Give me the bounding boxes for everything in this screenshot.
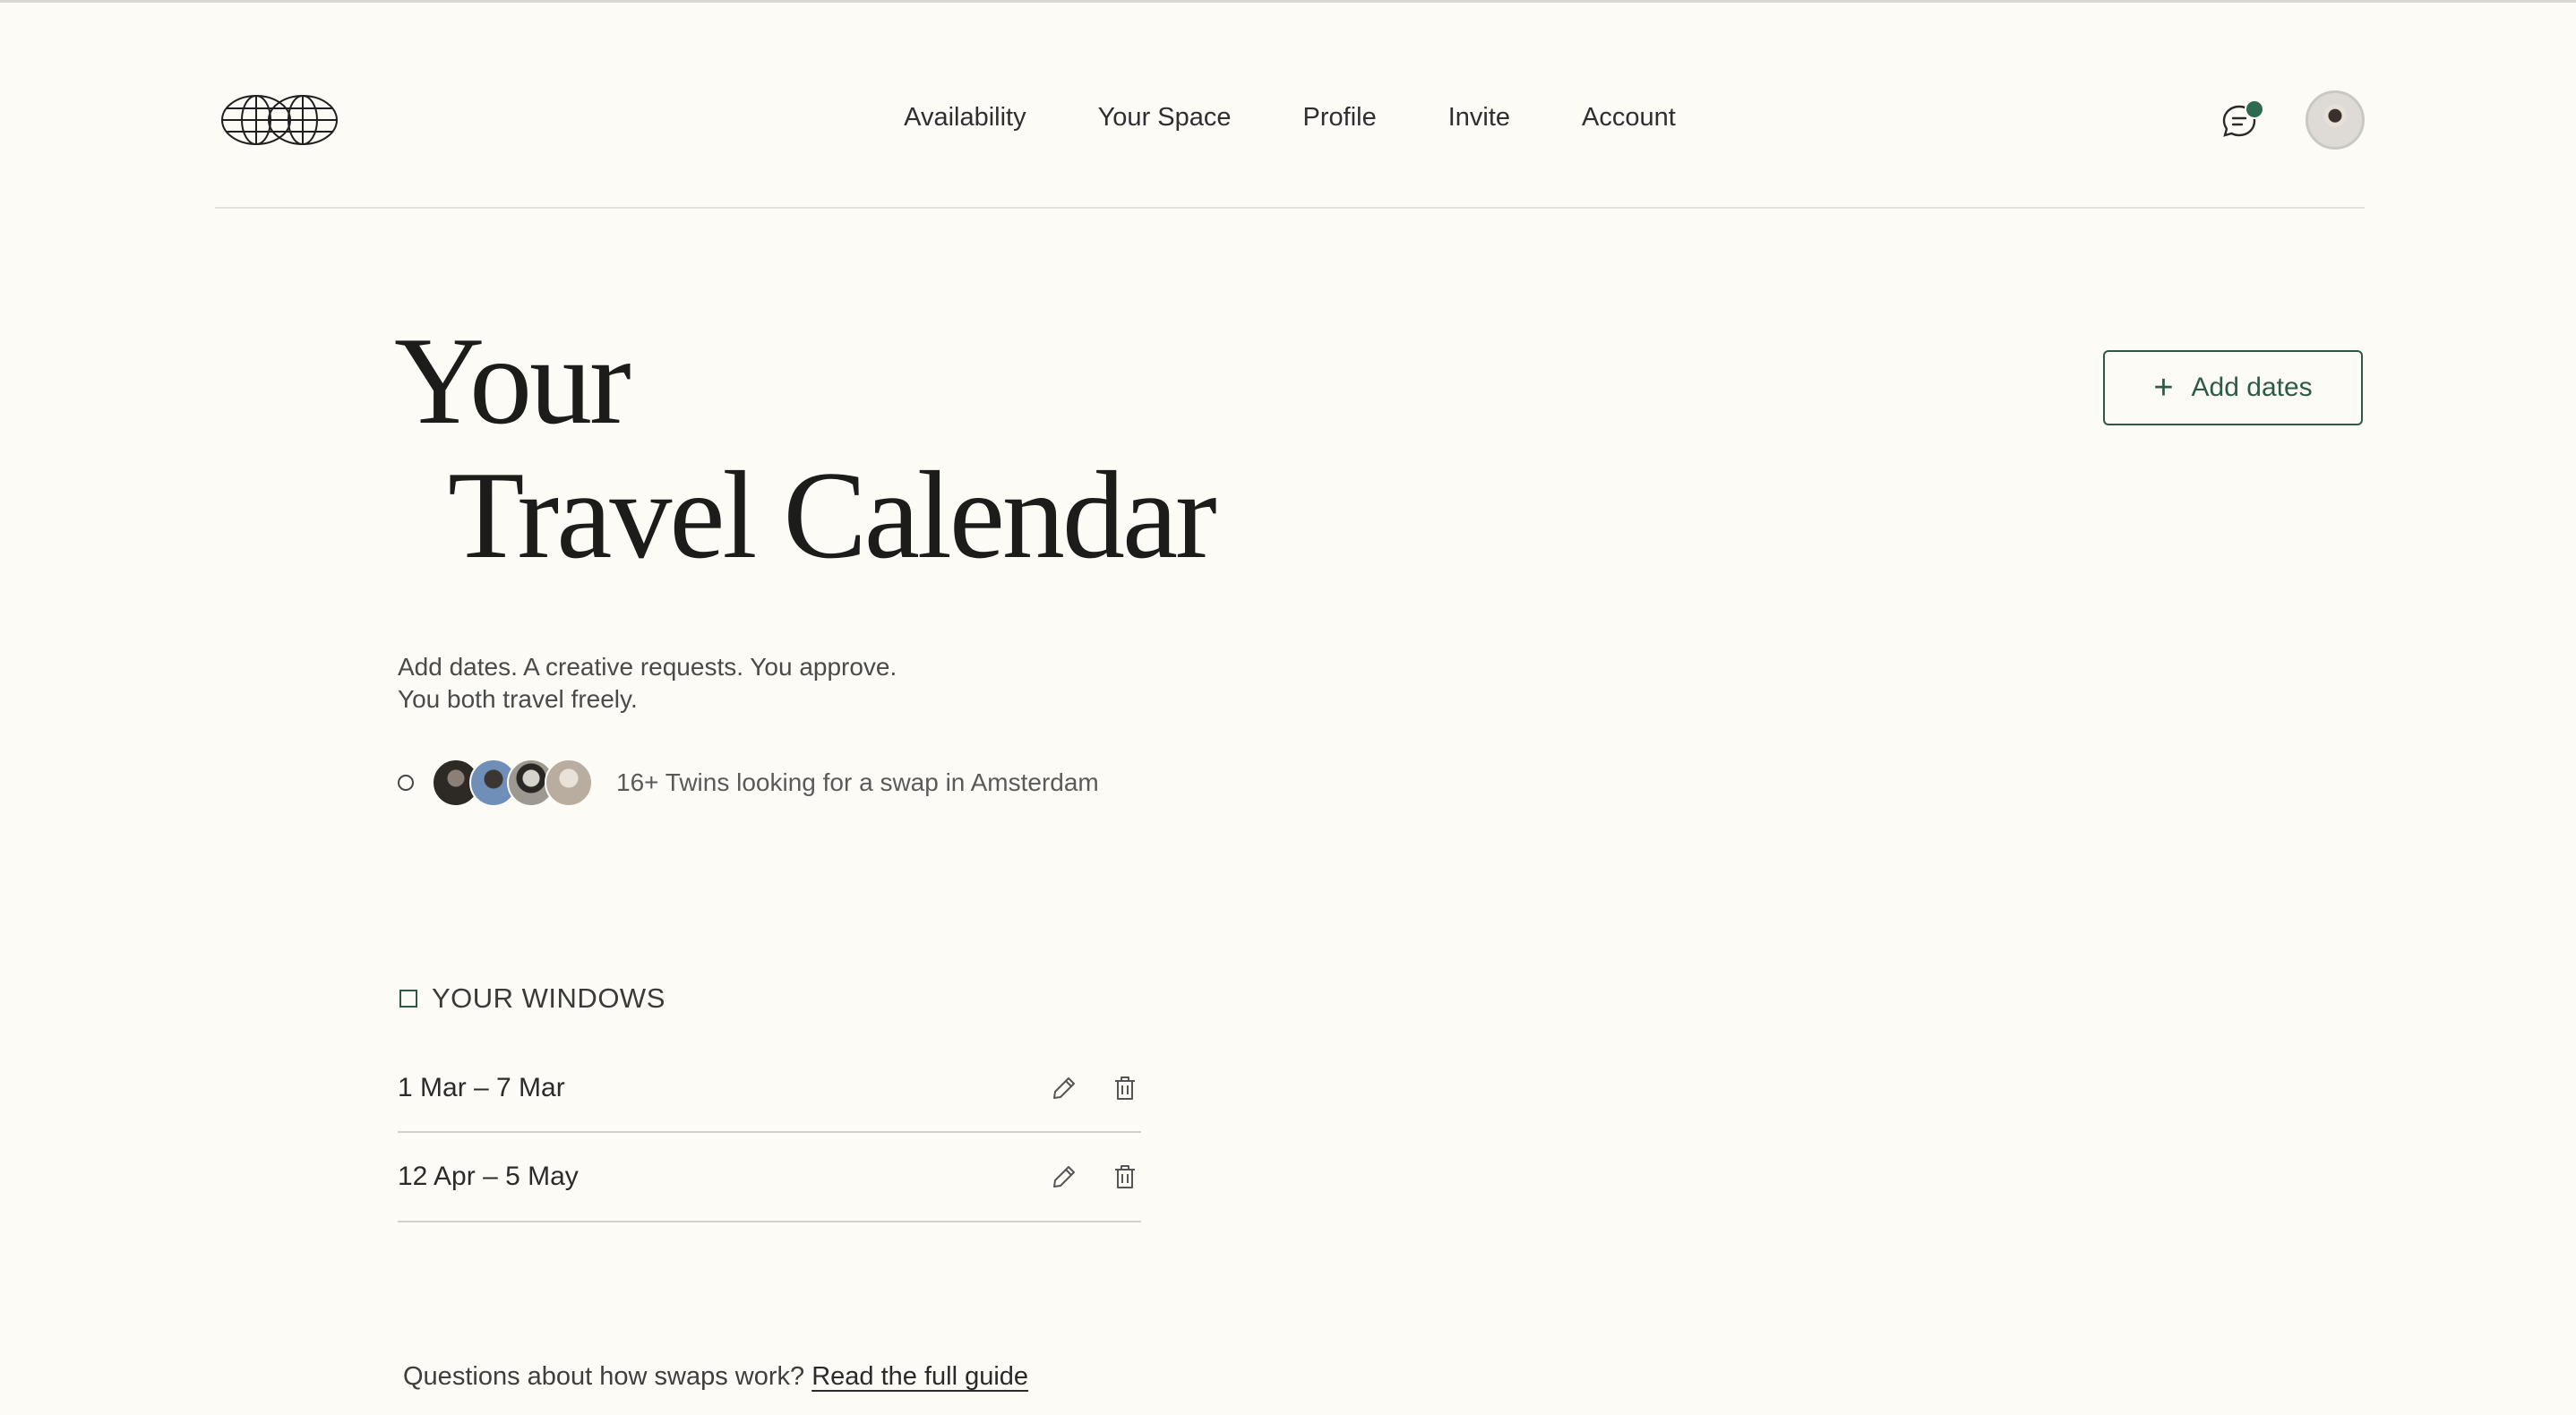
twins-count-text: 16+ Twins looking for a swap in Amsterda…: [616, 768, 1099, 796]
main-nav: Availability Your Space Profile Invite A…: [215, 99, 2365, 135]
edit-pencil-icon[interactable]: [1050, 1074, 1078, 1102]
nav-your-space[interactable]: Your Space: [1098, 99, 1232, 135]
trash-icon[interactable]: [1111, 1074, 1139, 1102]
footer-help: Questions about how swaps work? Read the…: [403, 1362, 1028, 1392]
window-row: 12 Apr – 5 May: [398, 1133, 1141, 1222]
footer-question: Questions about how swaps work?: [403, 1362, 805, 1391]
read-guide-link[interactable]: Read the full guide: [811, 1362, 1028, 1391]
top-header: Availability Your Space Profile Invite A…: [215, 3, 2365, 209]
square-icon: [399, 990, 417, 1008]
subtitle-line2: You both travel freely.: [398, 685, 638, 713]
nav-account[interactable]: Account: [1582, 99, 1676, 135]
status-ring-icon: [398, 775, 414, 791]
twin-avatar: [545, 759, 593, 807]
row-actions: [1050, 1162, 1139, 1191]
windows-list: 1 Mar – 7 Mar 12 Apr – 5 May: [398, 1045, 1141, 1222]
notification-dot: [2245, 99, 2264, 119]
page-title-line1: Your: [394, 312, 631, 450]
plus-icon: +: [2153, 369, 2174, 407]
window-date-range: 12 Apr – 5 May: [398, 1162, 579, 1191]
page-subtitle: Add dates. A creative requests. You appr…: [398, 651, 1114, 716]
user-avatar[interactable]: [2306, 90, 2365, 150]
nav-invite[interactable]: Invite: [1448, 99, 1510, 135]
nav-profile[interactable]: Profile: [1303, 99, 1377, 135]
windows-title: YOUR WINDOWS: [432, 982, 665, 1014]
window-row: 1 Mar – 7 Mar: [398, 1045, 1141, 1133]
nav-availability[interactable]: Availability: [904, 99, 1026, 135]
twins-indicator: 16+ Twins looking for a swap in Amsterda…: [398, 757, 1099, 809]
page-title-line2: Travel Calendar: [448, 446, 1217, 585]
window-date-range: 1 Mar – 7 Mar: [398, 1073, 565, 1102]
trash-icon[interactable]: [1111, 1162, 1139, 1191]
travel-calendar-page: Availability Your Space Profile Invite A…: [0, 0, 2576, 1415]
add-dates-button[interactable]: + Add dates: [2103, 350, 2363, 425]
edit-pencil-icon[interactable]: [1050, 1162, 1078, 1191]
twin-avatar-stack: [432, 759, 593, 807]
subtitle-line1: Add dates. A creative requests. You appr…: [398, 653, 897, 681]
add-dates-label: Add dates: [2191, 373, 2313, 402]
row-actions: [1050, 1074, 1139, 1102]
windows-section-heading: YOUR WINDOWS: [399, 982, 665, 1015]
